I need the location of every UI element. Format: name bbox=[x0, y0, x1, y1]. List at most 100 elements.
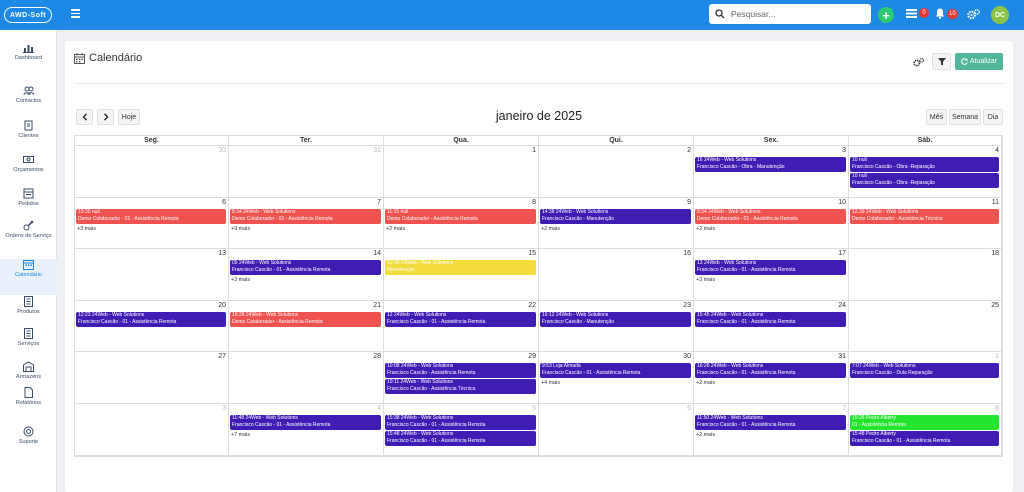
calendar-day-cell[interactable]: 7 11:50 24Web - Web Solutions Francisco Ca… bbox=[694, 404, 849, 456]
day-number[interactable]: 15 bbox=[528, 250, 536, 257]
calendar-event[interactable]: 11:15 null Demo Colaborador - Assistência… bbox=[385, 208, 536, 224]
menu-toggle-icon[interactable] bbox=[71, 9, 80, 18]
calendar-event[interactable]: 15:48 Pedro Alberty Francisco Cascão - 01… bbox=[850, 431, 999, 446]
day-number[interactable]: 8 bbox=[532, 199, 536, 206]
day-number[interactable]: 20 bbox=[218, 302, 226, 309]
day-number[interactable]: 8 bbox=[995, 405, 999, 412]
calendar-event[interactable]: 9:53 Loja Almada Francisco Cascão - 01 - … bbox=[540, 363, 691, 379]
update-button[interactable]: Atualizar bbox=[955, 53, 1003, 70]
sidebar-item-orders[interactable]: Pedidos bbox=[0, 188, 57, 224]
day-number[interactable]: 1 bbox=[532, 147, 536, 154]
sidebar-item-services[interactable]: Serviços bbox=[0, 328, 57, 364]
day-number[interactable]: 4 bbox=[377, 405, 381, 412]
day-number[interactable]: 14 bbox=[373, 250, 381, 257]
calendar-day-cell[interactable]: 14 09 24Web - Web Solutions Francisco Casc… bbox=[229, 249, 384, 301]
day-number[interactable]: 30 bbox=[683, 353, 691, 360]
calendar-event[interactable]: 09 24Web - Web Solutions Francisco Cascão… bbox=[230, 260, 381, 276]
more-events-link[interactable]: +2 mais bbox=[541, 226, 560, 232]
calendar-event[interactable]: 12:39 24Web - Web Solutions Demo Colabora… bbox=[850, 208, 999, 224]
calendar-day-cell[interactable]: 22 12 24Web - Web Solutions Francisco Casc… bbox=[384, 300, 539, 353]
calendar-day-cell[interactable]: 25 bbox=[849, 300, 1002, 353]
calendar-event[interactable]: 11:48 24Web - Web Solutions Francisco Cas… bbox=[230, 415, 381, 430]
sidebar-item-products[interactable]: Produtos bbox=[0, 296, 57, 332]
day-number[interactable]: 1 bbox=[995, 353, 999, 360]
search-input[interactable] bbox=[731, 9, 851, 19]
calendar-day-cell[interactable]: 31 16:26 24Web - Web Solutions Francisco C… bbox=[694, 352, 849, 404]
calendar-event[interactable]: 16:12 24Web - Web Solutions Francisco Cas… bbox=[540, 311, 691, 327]
calendar-event[interactable]: 10:08 24Web - Web Solutions Francisco Cas… bbox=[385, 363, 536, 379]
calendar-day-cell[interactable]: 13 bbox=[75, 249, 229, 301]
day-number[interactable]: 18 bbox=[991, 250, 999, 257]
day-number[interactable]: 22 bbox=[528, 302, 536, 309]
sidebar-item-support[interactable]: Suporte bbox=[0, 426, 57, 462]
calendar-day-cell[interactable]: 11 12:39 24Web - Web Solutions Demo Colabo… bbox=[849, 197, 1002, 250]
calendar-day-cell[interactable]: 6 bbox=[539, 404, 694, 456]
calendar-day-cell[interactable]: 5 15:38 24Web - Web Solutions Francisco Ca… bbox=[384, 404, 539, 456]
day-number[interactable]: 3 bbox=[842, 147, 846, 154]
more-events-link[interactable]: +2 mais bbox=[696, 432, 715, 438]
more-events-link[interactable]: +2 mais bbox=[696, 380, 715, 386]
day-number[interactable]: 29 bbox=[528, 353, 536, 360]
calendar-day-cell[interactable]: 1 bbox=[384, 146, 539, 198]
calendar-day-cell[interactable]: 27 bbox=[75, 352, 229, 404]
day-number[interactable]: 5 bbox=[532, 405, 536, 412]
calendar-day-cell[interactable]: 4 11:48 24Web - Web Solutions Francisco Ca… bbox=[229, 404, 384, 456]
calendar-event[interactable]: 10:11 24Web - Web Solutions Francisco Cas… bbox=[385, 379, 536, 395]
calendar-event[interactable]: 8:34 24Web - Web Solutions Demo Colaborad… bbox=[230, 208, 381, 224]
calendar-day-cell[interactable]: 3 bbox=[75, 404, 229, 456]
messages-button[interactable]: 0 bbox=[906, 8, 929, 18]
calendar-day-cell[interactable]: 6 10:30 null Demo Colaborador - 01 - Assis… bbox=[75, 197, 229, 250]
day-number[interactable]: 25 bbox=[991, 302, 999, 309]
calendar-event[interactable]: 7:07 24Web - Web Solutions Francisco Casc… bbox=[850, 363, 999, 379]
day-number[interactable]: 16 bbox=[683, 250, 691, 257]
calendar-day-cell[interactable]: 1 7:07 24Web - Web Solutions Francisco Cas… bbox=[849, 352, 1002, 404]
calendar-day-cell[interactable]: 20 12:23 24Web - Web Solutions Francisco C… bbox=[75, 300, 229, 353]
day-number[interactable]: 17 bbox=[838, 250, 846, 257]
more-events-link[interactable]: +7 mais bbox=[231, 432, 250, 438]
calendar-day-cell[interactable]: 30 9:53 Loja Almada Francisco Cascão - 01 … bbox=[539, 352, 694, 404]
calendar-day-cell[interactable]: 15 10:28 24Web - Web Solutions Manutenção bbox=[384, 249, 539, 301]
sidebar-item-chart[interactable]: Dashboard bbox=[0, 42, 57, 78]
calendar-day-cell[interactable]: 10 8:34 24Web - Web Solutions Demo Colabor… bbox=[694, 197, 849, 250]
day-number[interactable]: 27 bbox=[218, 353, 226, 360]
sidebar-item-service-orders[interactable]: Ordens de Serviço bbox=[0, 220, 57, 256]
settings-gear-button[interactable] bbox=[909, 54, 927, 70]
calendar-event[interactable]: 10 null Francisco Cascão - Obra -Reparaçã… bbox=[850, 157, 999, 172]
search-box[interactable] bbox=[709, 4, 871, 24]
calendar-day-cell[interactable]: 8 15:26 Pedro Alberty 01 - Assistência Rem… bbox=[849, 404, 1002, 456]
calendar-day-cell[interactable]: 24 15:45 24Web - Web Solutions Francisco C… bbox=[694, 300, 849, 353]
day-number[interactable]: 6 bbox=[687, 405, 691, 412]
calendar-event[interactable]: 10:30 null Demo Colaborador - 01 - Assist… bbox=[76, 208, 226, 224]
calendar-day-cell[interactable]: 8 11:15 null Demo Colaborador - Assistênci… bbox=[384, 197, 539, 250]
calendar-day-cell[interactable]: 16 bbox=[539, 249, 694, 301]
calendar-event[interactable]: 12 24Web - Web Solutions Francisco Cascão… bbox=[385, 311, 536, 327]
calendar-event[interactable]: 8:34 24Web - Web Solutions Demo Colaborad… bbox=[695, 208, 846, 224]
day-number[interactable]: 11 bbox=[992, 199, 999, 206]
calendar-day-cell[interactable]: 3 16 24Web - Web Solutions Francisco Cascã… bbox=[694, 146, 849, 198]
sidebar-item-contacts[interactable]: Contactos bbox=[0, 85, 57, 121]
app-logo[interactable]: AWD-Soft bbox=[4, 7, 52, 23]
filter-button[interactable] bbox=[932, 53, 951, 70]
more-events-link[interactable]: +3 mais bbox=[696, 277, 715, 283]
calendar-event[interactable]: 15:28 24Web - Web Solutions Demo Colabora… bbox=[230, 311, 381, 327]
day-number[interactable]: 3 bbox=[222, 405, 226, 412]
day-number[interactable]: 6 bbox=[222, 199, 226, 206]
more-events-link[interactable]: +4 mais bbox=[541, 380, 560, 386]
day-number[interactable]: 23 bbox=[683, 302, 691, 309]
view-week-button[interactable]: Semana bbox=[949, 109, 981, 125]
more-events-link[interactable]: +9 mais bbox=[231, 226, 250, 232]
more-events-link[interactable]: +2 mais bbox=[696, 226, 715, 232]
more-events-link[interactable]: +3 mais bbox=[231, 277, 250, 283]
day-number[interactable]: 4 bbox=[995, 147, 999, 154]
sidebar-item-calendar[interactable]: Calendário bbox=[0, 259, 57, 295]
calendar-day-cell[interactable]: 4 10 null Francisco Cascão - Obra -Reparaç… bbox=[849, 146, 1002, 198]
calendar-event[interactable]: 16:26 24Web - Web Solutions Francisco Cas… bbox=[695, 363, 846, 379]
calendar-day-cell[interactable]: 21 15:28 24Web - Web Solutions Demo Colabo… bbox=[229, 300, 384, 353]
calendar-day-cell[interactable]: 17 13 24Web - Web Solutions Francisco Casc… bbox=[694, 249, 849, 301]
day-number[interactable]: 2 bbox=[687, 147, 691, 154]
day-number[interactable]: 31 bbox=[838, 353, 846, 360]
calendar-event[interactable]: 14:38 24Web - Web Solutions Francisco Cas… bbox=[540, 208, 691, 224]
day-number[interactable]: 21 bbox=[373, 302, 381, 309]
calendar-day-cell[interactable]: 31 bbox=[229, 146, 384, 198]
calendar-day-cell[interactable]: 30 bbox=[75, 146, 229, 198]
